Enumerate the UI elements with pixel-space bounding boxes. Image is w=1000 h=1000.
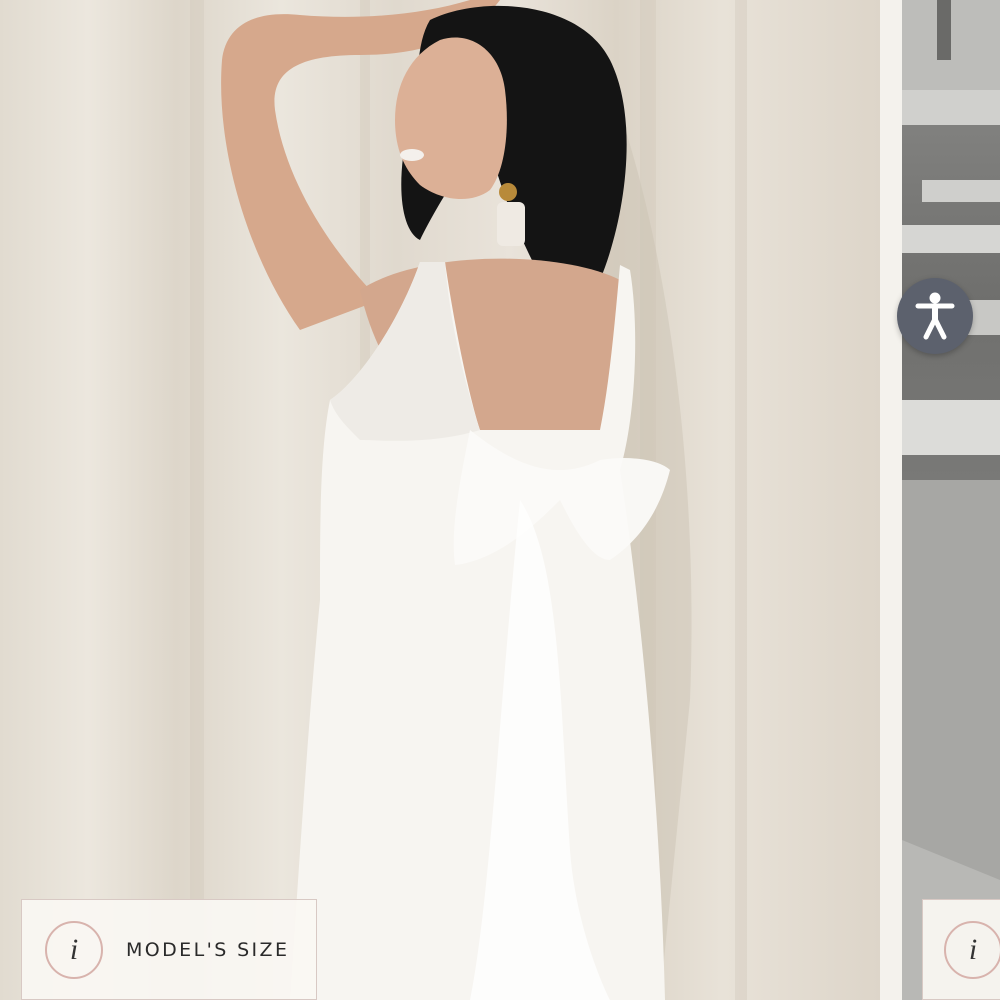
info-icon-glyph: i <box>968 932 978 966</box>
accessibility-person-icon <box>915 292 955 340</box>
product-image-next[interactable] <box>902 0 1000 1000</box>
model-size-badge-next[interactable]: i <box>922 899 1000 1000</box>
info-icon: i <box>944 920 1000 979</box>
info-icon: i <box>45 920 103 979</box>
accessibility-button[interactable] <box>897 278 973 354</box>
info-icon-glyph: i <box>69 932 79 966</box>
product-photo-illustration <box>190 0 747 1000</box>
gallery-gutter <box>880 0 902 1000</box>
model-size-badge[interactable]: i MODEL'S SIZE <box>21 899 317 1000</box>
model-size-label: MODEL'S SIZE <box>126 938 290 961</box>
street-photo-illustration <box>902 0 1000 1000</box>
product-image-main[interactable]: i MODEL'S SIZE <box>0 0 880 1000</box>
